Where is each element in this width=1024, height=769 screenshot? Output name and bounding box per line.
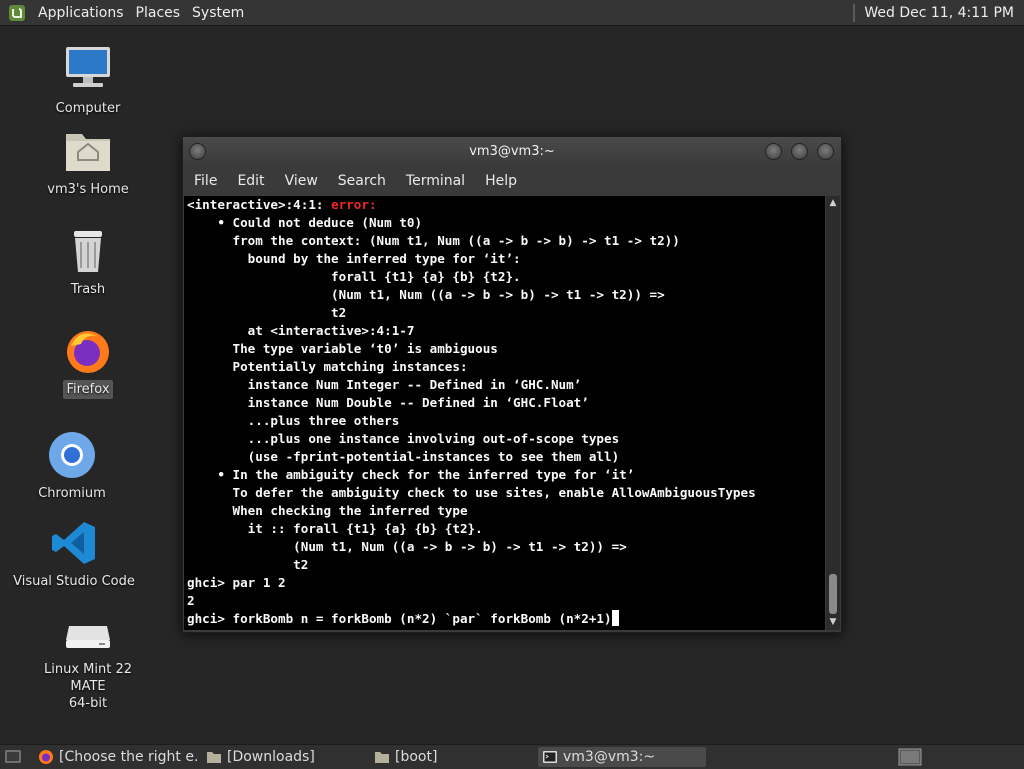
desktop-icon-label: vm3's Home xyxy=(47,182,129,197)
error-location: <interactive>:4:1: xyxy=(187,197,332,212)
window-titlebar[interactable]: vm3@vm3:~ xyxy=(183,137,841,167)
terminal-line: 2 xyxy=(187,593,195,608)
desktop-icon-label: Firefox xyxy=(63,380,113,399)
text-cursor xyxy=(611,610,619,626)
window-title: vm3@vm3:~ xyxy=(469,144,555,159)
terminal-line: (Num t1, Num ((a -> b -> b) -> t1 -> t2)… xyxy=(187,287,665,302)
terminal-line: forall {t1} {a} {b} {t2}. xyxy=(187,269,521,284)
error-label: error: xyxy=(331,197,377,212)
firefox-icon xyxy=(39,750,53,764)
desktop-icon-firefox[interactable]: Firefox xyxy=(23,326,153,399)
top-panel: Applications Places System Wed Dec 11, 4… xyxy=(0,0,1024,26)
home-folder-icon xyxy=(66,134,110,171)
desktop-icon-drive[interactable]: Linux Mint 22 MATE 64-bit xyxy=(23,606,153,713)
terminal-line: • Could not deduce (Num t0) xyxy=(187,215,423,230)
firefox-icon xyxy=(67,331,109,373)
minimize-button[interactable] xyxy=(765,143,782,160)
folder-icon xyxy=(207,752,221,763)
chromium-icon xyxy=(49,432,95,478)
desktop-icon-label: Visual Studio Code xyxy=(13,574,135,589)
terminal-scrollbar[interactable]: ▲ ▼ xyxy=(826,196,840,630)
terminal-line: ...plus three others xyxy=(187,413,400,428)
clock[interactable]: Wed Dec 11, 4:11 PM xyxy=(864,5,1024,21)
prompt-input[interactable]: ghci> forkBomb n = forkBomb (n*2) `par` … xyxy=(187,611,612,626)
close-button[interactable] xyxy=(817,143,834,160)
show-desktop-icon[interactable] xyxy=(4,748,22,766)
taskbar-label: [Choose the right e... xyxy=(59,749,198,765)
terminal-line: (Num t1, Num ((a -> b -> b) -> t1 -> t2)… xyxy=(187,539,627,554)
menu-file[interactable]: File xyxy=(183,173,227,189)
terminal-line: from the context: (Num t1, Num ((a -> b … xyxy=(187,233,680,248)
terminal-line: <interactive>:4:1: error: xyxy=(184,196,825,214)
desktop-icon-label: Trash xyxy=(70,282,106,297)
taskbar-label: [boot] xyxy=(395,749,438,765)
terminal-line: To defer the ambiguity check to use site… xyxy=(187,485,756,500)
menu-view[interactable]: View xyxy=(275,173,328,189)
mint-menu-icon[interactable] xyxy=(8,4,26,22)
taskbar-button-firefox[interactable]: [Choose the right e... xyxy=(34,747,198,767)
bottom-panel: [Choose the right e... [Downloads] [boot… xyxy=(0,744,1024,769)
places-menu[interactable]: Places xyxy=(130,5,187,21)
desktop-icon-label: Linux Mint 22 MATE 64-bit xyxy=(44,662,132,711)
terminal-line: at <interactive>:4:1-7 xyxy=(187,323,415,338)
menu-help[interactable]: Help xyxy=(475,173,527,189)
terminal-menubar: File Edit View Search Terminal Help xyxy=(183,167,841,195)
desktop-icon-computer[interactable]: Computer xyxy=(23,45,153,118)
terminal-prompt-line[interactable]: ghci> forkBomb n = forkBomb (n*2) `par` … xyxy=(184,610,825,628)
vscode-icon xyxy=(52,522,95,564)
terminal-line: t2 xyxy=(187,557,309,572)
terminal-line: t2 xyxy=(187,305,347,320)
menu-terminal[interactable]: Terminal xyxy=(396,173,475,189)
desktop-icon-chromium[interactable]: Chromium xyxy=(7,430,137,503)
workspace-switcher-icon[interactable] xyxy=(898,748,922,766)
desktop-icon-label: Computer xyxy=(55,101,121,116)
system-menu[interactable]: System xyxy=(186,5,250,21)
terminal-window[interactable]: vm3@vm3:~ File Edit View Search Terminal… xyxy=(182,136,842,633)
terminal-line: The type variable ‘t0’ is ambiguous xyxy=(187,341,498,356)
taskbar-label: vm3@vm3:~ xyxy=(563,749,656,765)
terminal-line: • In the ambiguity check for the inferre… xyxy=(187,467,635,482)
applications-menu[interactable]: Applications xyxy=(32,5,130,21)
panel-separator xyxy=(853,3,856,22)
taskbar-label: [Downloads] xyxy=(227,749,315,765)
scroll-down-arrow-icon[interactable]: ▼ xyxy=(826,616,840,628)
menu-search[interactable]: Search xyxy=(328,173,396,189)
menu-edit[interactable]: Edit xyxy=(227,173,274,189)
terminal-output[interactable]: <interactive>:4:1: error: • Could not de… xyxy=(184,196,825,630)
drive-icon xyxy=(66,626,110,648)
terminal-line: instance Num Integer -- Defined in ‘GHC.… xyxy=(187,377,582,392)
terminal-line: (use -fprint-potential-instances to see … xyxy=(187,449,620,464)
desktop-icon-vscode[interactable]: Visual Studio Code xyxy=(9,518,139,591)
terminal-line: ...plus one instance involving out-of-sc… xyxy=(187,431,620,446)
terminal-line: it :: forall {t1} {a} {b} {t2}. xyxy=(187,521,483,536)
computer-icon xyxy=(66,47,110,87)
terminal-line: bound by the inferred type for ‘it’: xyxy=(187,251,521,266)
scrollbar-thumb[interactable] xyxy=(829,574,837,614)
terminal-line: When checking the inferred type xyxy=(187,503,468,518)
terminal-line: Potentially matching instances: xyxy=(187,359,468,374)
folder-icon xyxy=(375,752,389,763)
maximize-button[interactable] xyxy=(791,143,808,160)
taskbar-button-terminal[interactable]: vm3@vm3:~ xyxy=(538,747,706,767)
scroll-up-arrow-icon[interactable]: ▲ xyxy=(826,197,840,209)
taskbar-button-downloads[interactable]: [Downloads] xyxy=(202,747,366,767)
trash-icon xyxy=(74,231,102,272)
taskbar-button-boot[interactable]: [boot] xyxy=(370,747,534,767)
desktop-icon-label: Chromium xyxy=(38,486,106,501)
terminal-line: ghci> par 1 2 xyxy=(187,575,286,590)
terminal-icon xyxy=(543,751,557,763)
desktop-icon-trash[interactable]: Trash xyxy=(23,226,153,299)
desktop-icon-home[interactable]: vm3's Home xyxy=(23,126,153,199)
terminal-line: instance Num Double -- Defined in ‘GHC.F… xyxy=(187,395,589,410)
